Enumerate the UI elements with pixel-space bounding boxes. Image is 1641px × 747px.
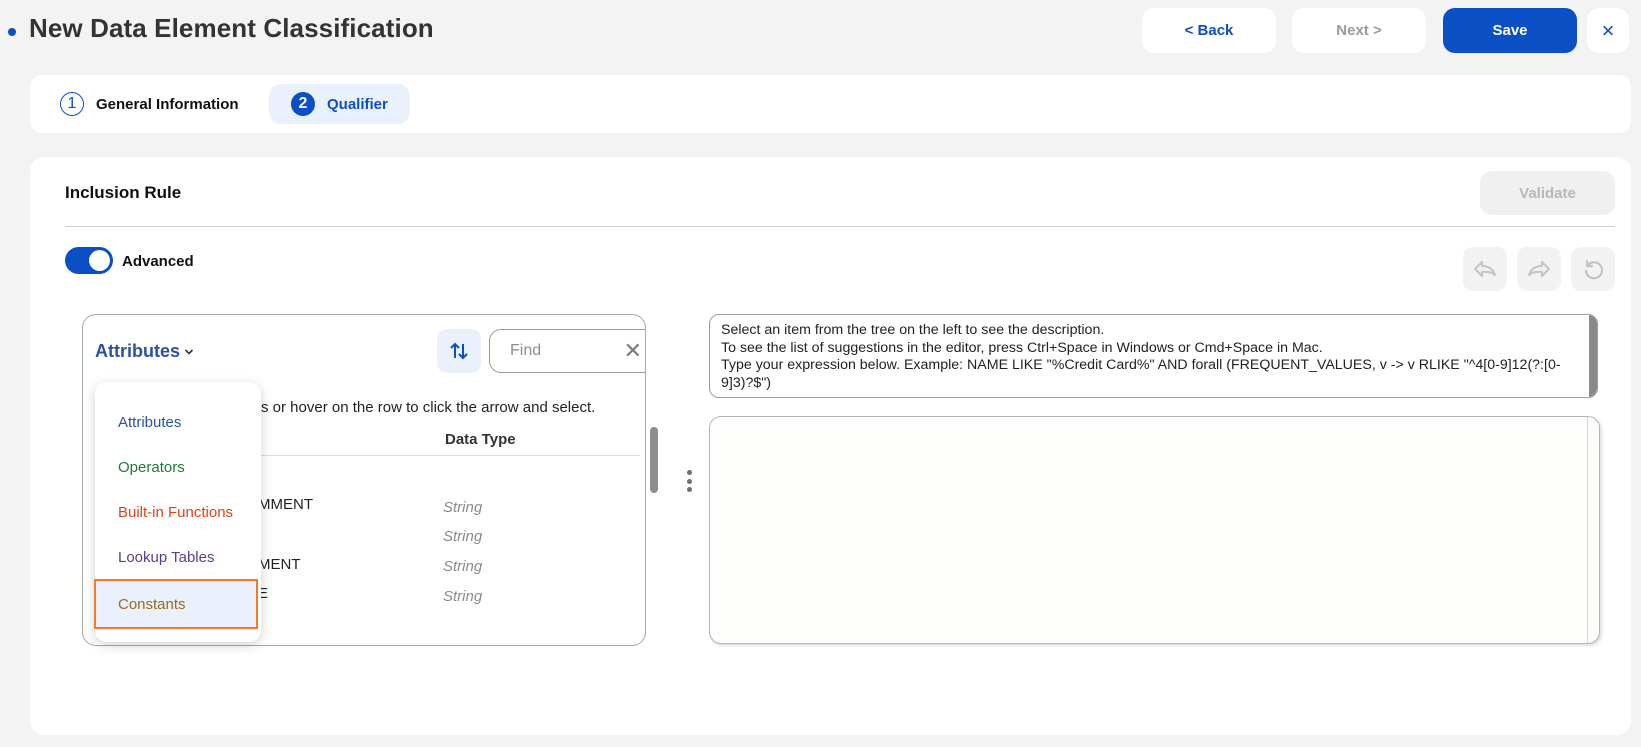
tree-row-type: String (443, 558, 483, 575)
advanced-toggle-label: Advanced (122, 253, 194, 270)
panel-resize-handle[interactable] (686, 470, 692, 492)
drag-dot (686, 487, 692, 492)
column-header-data-type: Data Type (445, 431, 516, 448)
tree-scrollbar[interactable] (650, 427, 658, 493)
close-button[interactable]: × (1587, 8, 1629, 53)
back-button[interactable]: < Back (1142, 8, 1276, 53)
tree-row-name[interactable]: MMENT (258, 496, 313, 513)
tree-row-name[interactable]: MENT (258, 556, 301, 573)
clear-icon[interactable]: ✕ (624, 340, 642, 362)
wizard-steps: 1 General Information 2 Qualifier (30, 75, 1631, 133)
advanced-toggle[interactable] (65, 247, 113, 274)
menu-item-attributes[interactable]: Attributes (95, 400, 261, 445)
next-button[interactable]: Next > (1292, 8, 1426, 53)
sort-icon (450, 342, 468, 360)
step-qualifier[interactable]: 2 Qualifier (269, 84, 410, 124)
category-menu: Attributes Operators Built-in Functions … (94, 382, 261, 642)
reset-icon (1584, 259, 1604, 280)
menu-item-built-in-functions[interactable]: Built-in Functions (95, 490, 261, 535)
tree-row-type: String (443, 528, 483, 545)
status-dot (8, 28, 16, 36)
save-button[interactable]: Save (1443, 8, 1577, 53)
description-line: Type your expression below. Example: NAM… (721, 357, 1561, 391)
reset-button[interactable] (1571, 247, 1615, 291)
undo-button[interactable] (1463, 247, 1507, 291)
drag-dot (686, 478, 692, 484)
chevron-down-icon (184, 348, 194, 355)
drag-dot (686, 470, 692, 475)
step-number: 1 (60, 92, 84, 116)
editor-scroll-gutter (1587, 417, 1588, 643)
sort-button[interactable] (437, 329, 481, 373)
find-field[interactable]: ✕ (489, 329, 645, 373)
toggle-knob (89, 250, 110, 271)
hint-text: s or hover on the row to click the arrow… (261, 399, 596, 416)
section-title: Inclusion Rule (65, 183, 182, 202)
description-panel: Select an item from the tree on the left… (709, 314, 1598, 398)
menu-item-constants[interactable]: Constants (94, 579, 258, 629)
expression-editor[interactable] (709, 416, 1600, 644)
description-line: Select an item from the tree on the left… (721, 322, 1105, 338)
redo-button[interactable] (1517, 247, 1561, 291)
description-scrollbar[interactable] (1589, 315, 1597, 397)
category-selected: Attributes (95, 341, 180, 361)
divider (65, 226, 1615, 227)
step-number: 2 (291, 92, 315, 116)
undo-icon (1474, 261, 1496, 277)
find-input[interactable] (508, 341, 618, 361)
menu-item-operators[interactable]: Operators (95, 445, 261, 490)
step-label: General Information (96, 95, 239, 113)
menu-item-lookup-tables[interactable]: Lookup Tables (95, 535, 261, 580)
validate-button[interactable]: Validate (1480, 171, 1615, 215)
page-title: New Data Element Classification (29, 13, 434, 43)
tree-row-type: String (443, 588, 483, 605)
category-dropdown[interactable]: Attributes (95, 341, 194, 362)
page-header: New Data Element Classification < Back N… (0, 0, 1641, 62)
redo-icon (1528, 261, 1550, 277)
step-label: Qualifier (327, 95, 388, 113)
step-general-information[interactable]: 1 General Information (60, 84, 257, 124)
close-icon: × (1601, 17, 1615, 43)
description-line: To see the list of suggestions in the ed… (721, 339, 1323, 356)
tree-row-type: String (443, 499, 483, 516)
